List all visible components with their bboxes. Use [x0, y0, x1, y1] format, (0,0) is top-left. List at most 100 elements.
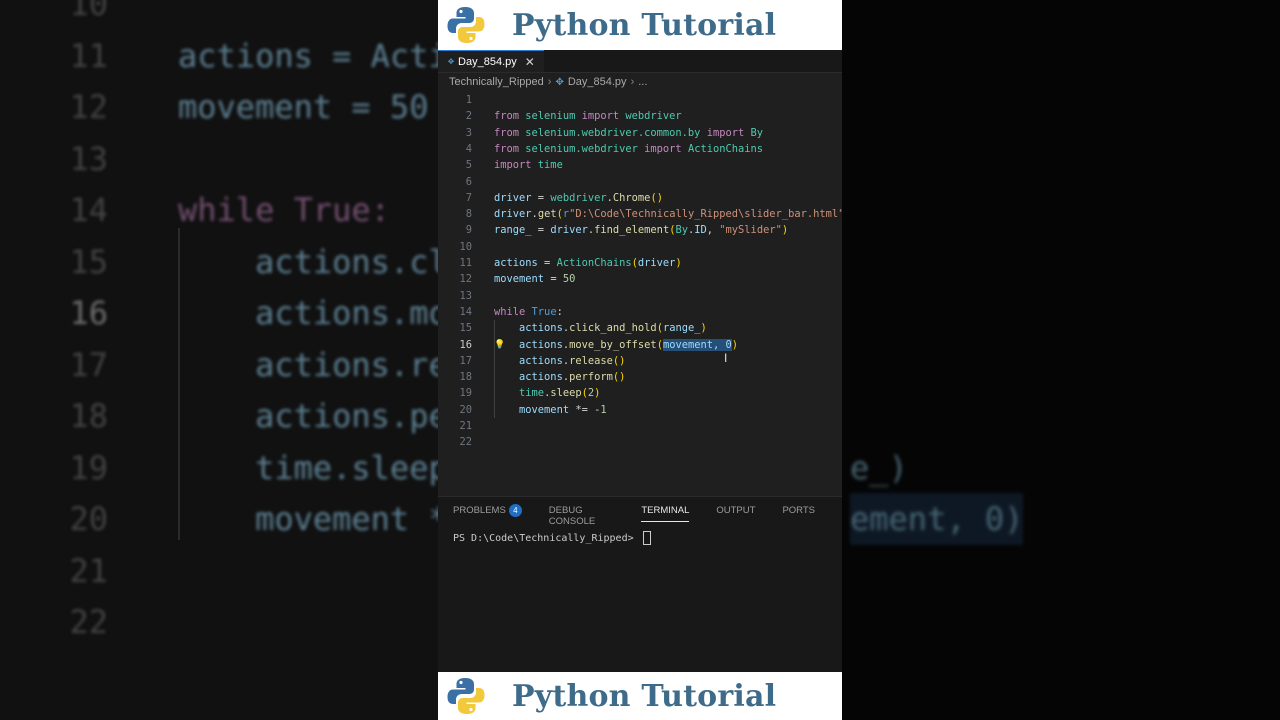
background-line-number: 11	[69, 36, 108, 75]
background-line-text: while True:	[178, 191, 390, 229]
tab-ports[interactable]: PORTS	[782, 505, 815, 525]
code-token: ()	[650, 191, 663, 204]
code-token: driver	[494, 208, 532, 221]
code-line[interactable]: 21	[438, 418, 842, 434]
code-token: while	[494, 305, 532, 318]
code-text: time.sleep(2)	[494, 385, 600, 401]
code-token: ()	[612, 371, 626, 384]
code-token: By	[750, 126, 764, 139]
code-line[interactable]: 16 actions.move_by_offset(movement, 0) 💡	[438, 337, 842, 353]
line-number: 17	[459, 354, 472, 367]
terminal-cursor	[642, 531, 651, 545]
code-token: import	[581, 110, 626, 123]
code-text: from selenium.webdriver import ActionCha…	[494, 141, 763, 157]
code-line[interactable]: 6	[438, 174, 842, 190]
top-banner: Python Tutorial	[438, 0, 842, 50]
background-line-text: actions.release()	[255, 345, 438, 384]
code-line[interactable]: 19 time.sleep(2)	[438, 385, 842, 401]
panel-tab-label: TERMINAL	[641, 505, 690, 516]
background-line-text: actions.perform()	[255, 397, 438, 435]
code-text: actions.move_by_offset(movement, 0)	[494, 337, 738, 353]
code-token: =	[537, 191, 551, 204]
background-line-number: 17	[69, 345, 108, 384]
tab-terminal[interactable]: TERMINAL	[641, 505, 690, 525]
tab-debug-console[interactable]: DEBUG CONSOLE	[549, 505, 615, 527]
code-token: actions	[519, 338, 563, 351]
code-line[interactable]: 17 actions.release()	[438, 353, 842, 369]
code-token: from	[494, 110, 526, 123]
code-token: =	[537, 224, 551, 237]
code-line[interactable]: 11 actions = ActionChains(driver)	[438, 255, 842, 271]
code-token: ID	[694, 224, 707, 237]
code-token: By	[675, 224, 688, 237]
breadcrumb-folder[interactable]: Technically_Ripped	[449, 76, 544, 88]
code-line[interactable]: 1	[438, 92, 842, 108]
code-token: move_by_offset	[569, 338, 657, 351]
code-line[interactable]: 13	[438, 288, 842, 304]
python-logo-icon	[447, 7, 485, 43]
breadcrumb-more[interactable]: ...	[638, 76, 647, 88]
code-line[interactable]: 10	[438, 239, 842, 255]
code-text: driver = webdriver.Chrome()	[494, 190, 663, 206]
code-line[interactable]: 8 driver.get(r"D:\Code\Technically_Ripped…	[438, 206, 842, 222]
code-token: Chrome	[612, 191, 651, 204]
line-number: 11	[459, 257, 472, 269]
line-number: 20	[459, 403, 472, 416]
code-token: ()	[612, 354, 626, 367]
code-token: time	[519, 387, 545, 400]
tab-output[interactable]: OUTPUT	[716, 505, 755, 525]
line-number: 15	[459, 322, 472, 335]
code-text: movement *= -1	[494, 402, 607, 418]
line-number: 19	[459, 387, 472, 400]
code-line[interactable]: 15 actions.click_and_hold(range_)	[438, 320, 842, 336]
code-token: actions	[519, 354, 563, 367]
breadcrumb-file[interactable]: Day_854.py	[568, 76, 627, 88]
code-line[interactable]: 5 import time	[438, 157, 842, 173]
code-token: movement	[519, 403, 576, 416]
code-line[interactable]: 4 from selenium.webdriver import ActionCh…	[438, 141, 842, 157]
code-token: driver	[550, 224, 588, 237]
code-editor[interactable]: 1 2 from selenium import webdriver 3 from se…	[438, 91, 842, 495]
lightbulb-icon[interactable]: 💡	[494, 337, 505, 353]
panel-tabs: PROBLEMS 4 DEBUG CONSOLE TERMINAL OUTPUT PORT…	[453, 504, 842, 527]
code-token: "D:\Code\Technically_Ripped\slider_bar.h…	[569, 208, 842, 221]
background-line-text: time.sleep(2)	[255, 448, 438, 487]
python-logo-icon	[447, 678, 485, 714]
code-token: driver	[637, 257, 676, 269]
code-token: 1	[600, 403, 607, 416]
terminal-prompt: PS D:\Code\Technically_Ripped>	[453, 532, 640, 544]
code-line[interactable]: 2 from selenium import webdriver	[438, 108, 842, 124]
line-number: 18	[459, 371, 472, 384]
code-line[interactable]: 3 from selenium.webdriver.common.by impor…	[438, 125, 842, 141]
code-text: from selenium import webdriver	[494, 108, 682, 124]
code-token: range_	[494, 224, 538, 237]
code-line[interactable]: 22	[438, 434, 842, 450]
line-number: 7	[465, 191, 472, 204]
code-token: selenium.webdriver.common.by	[525, 126, 707, 139]
indent-guide	[494, 320, 495, 418]
selected-text: movement, 0	[662, 338, 732, 351]
terminal[interactable]: PS D:\Code\Technically_Ripped>	[453, 531, 651, 545]
code-token: "mySlider"	[719, 224, 782, 237]
line-number: 2	[465, 110, 472, 123]
code-token: =	[544, 257, 557, 269]
code-line[interactable]: 18 actions.perform()	[438, 369, 842, 385]
code-token: sleep	[550, 387, 582, 400]
code-token: actions	[519, 322, 563, 335]
code-line[interactable]: 12 movement = 50	[438, 271, 842, 287]
python-file-icon: ✥	[555, 76, 564, 88]
code-line[interactable]: 14 while True:	[438, 304, 842, 320]
code-line[interactable]: 20 movement *= -1	[438, 402, 842, 418]
close-icon[interactable]: ✕	[525, 55, 535, 69]
code-line[interactable]: 9 range_ = driver.find_element(By.ID, "my…	[438, 222, 842, 238]
code-token: actions	[519, 371, 563, 384]
code-token: perform	[569, 371, 613, 384]
code-token: ActionChains	[687, 142, 764, 155]
banner-title: Python Tutorial	[512, 7, 777, 43]
code-token: import	[706, 126, 751, 139]
tab-day-854[interactable]: ✥ Day_854.py ✕	[438, 50, 544, 72]
code-line[interactable]: 7 driver = webdriver.Chrome()	[438, 190, 842, 206]
code-token: get	[537, 208, 557, 221]
tab-problems[interactable]: PROBLEMS 4	[453, 504, 522, 525]
